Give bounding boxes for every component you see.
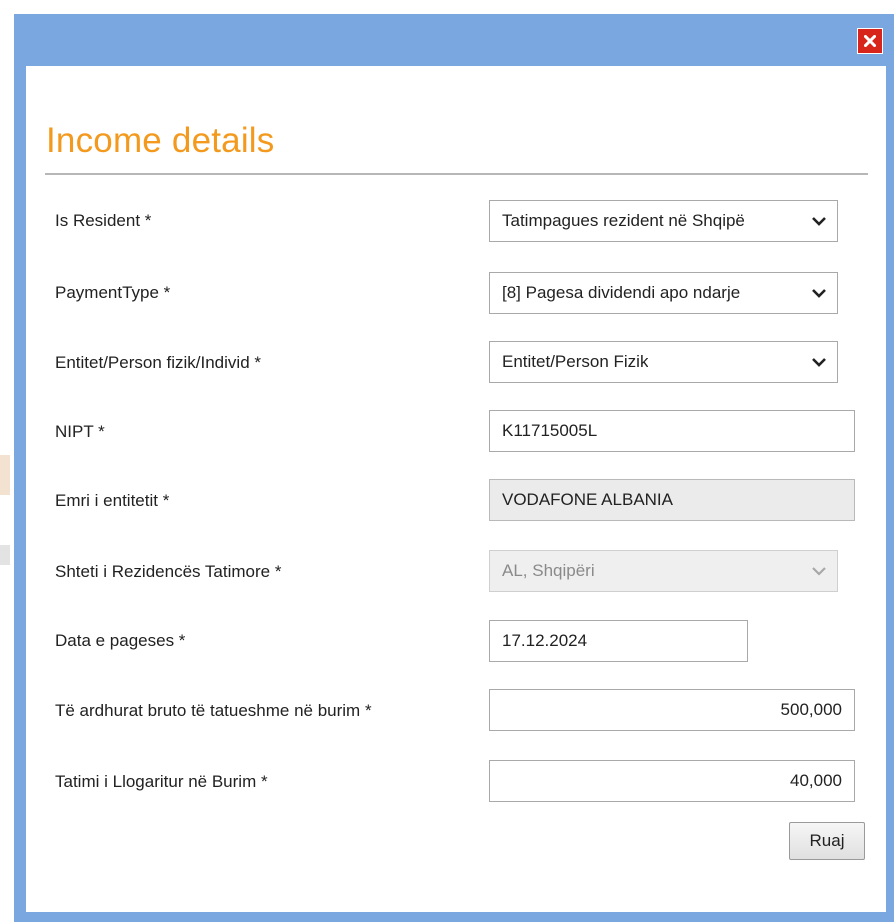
gross-income-value: 500,000 xyxy=(780,700,842,719)
entity-name-value: VODAFONE ALBANIA xyxy=(502,490,673,509)
payment-type-label: PaymentType * xyxy=(55,283,171,302)
dialog-titlebar[interactable] xyxy=(14,14,894,66)
close-icon xyxy=(864,35,876,47)
entity-type-value: Entitet/Person Fizik xyxy=(502,352,649,371)
payment-type-value: [8] Pagesa dividendi apo ndarje xyxy=(502,283,741,302)
chevron-down-icon xyxy=(812,358,826,367)
payment-date-value: 17.12.2024 xyxy=(502,631,588,650)
dialog-body: Income details Is Resident * Tatimpagues… xyxy=(26,66,886,912)
background-page-fragment xyxy=(0,545,10,565)
payment-type-select[interactable]: [8] Pagesa dividendi apo ndarje xyxy=(489,272,838,314)
gross-income-input[interactable]: 500,000 xyxy=(489,689,855,731)
close-button[interactable] xyxy=(857,28,883,54)
nipt-input[interactable]: K11715005L xyxy=(489,410,855,452)
background-page-fragment xyxy=(0,130,10,150)
nipt-label: NIPT * xyxy=(55,422,105,441)
chevron-down-icon xyxy=(812,217,826,226)
residence-country-label: Shteti i Rezidencës Tatimore * xyxy=(55,562,282,581)
withheld-tax-input[interactable]: 40,000 xyxy=(489,760,855,802)
dialog-title: Income details xyxy=(46,121,275,160)
title-divider xyxy=(45,173,868,175)
entity-type-label: Entitet/Person fizik/Individ * xyxy=(55,353,261,372)
is-resident-label: Is Resident * xyxy=(55,211,152,230)
background-page-fragment xyxy=(0,455,10,495)
residence-country-select: AL, Shqipëri xyxy=(489,550,838,592)
gross-income-label: Të ardhurat bruto të tatueshme në burim … xyxy=(55,701,372,720)
entity-type-select[interactable]: Entitet/Person Fizik xyxy=(489,341,838,383)
income-details-dialog: Income details Is Resident * Tatimpagues… xyxy=(14,14,894,922)
save-button[interactable]: Ruaj xyxy=(789,822,865,860)
entity-name-label: Emri i entitetit * xyxy=(55,491,170,510)
is-resident-value: Tatimpagues rezident në Shqipë xyxy=(502,211,745,230)
nipt-value: K11715005L xyxy=(502,421,598,440)
chevron-down-icon xyxy=(812,567,826,576)
is-resident-select[interactable]: Tatimpagues rezident në Shqipë xyxy=(489,200,838,242)
payment-date-label: Data e pageses * xyxy=(55,631,186,650)
payment-date-input[interactable]: 17.12.2024 xyxy=(489,620,748,662)
withheld-tax-label: Tatimi i Llogaritur në Burim * xyxy=(55,772,268,791)
residence-country-value: AL, Shqipëri xyxy=(502,561,595,580)
chevron-down-icon xyxy=(812,289,826,298)
entity-name-field: VODAFONE ALBANIA xyxy=(489,479,855,521)
withheld-tax-value: 40,000 xyxy=(790,771,842,790)
